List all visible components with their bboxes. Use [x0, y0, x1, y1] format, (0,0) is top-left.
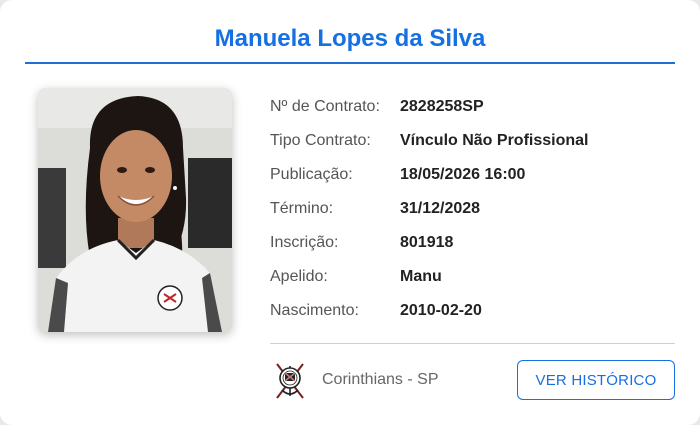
corinthians-crest-icon — [273, 360, 307, 400]
club-name: Corinthians - SP — [322, 371, 439, 388]
detail-value: Vínculo Não Profissional — [400, 132, 589, 149]
footer-divider — [270, 343, 675, 344]
detail-label: Publicação: — [270, 166, 353, 183]
detail-label: Nascimento: — [270, 302, 359, 319]
detail-value: 2828258SP — [400, 98, 484, 115]
contract-card: Manuela Lopes da Silva Nº de Contrato: 2… — [0, 0, 700, 425]
detail-value: Manu — [400, 268, 442, 285]
detail-label: Apelido: — [270, 268, 328, 285]
player-name: Manuela Lopes da Silva — [214, 25, 486, 52]
detail-label: Tipo Contrato: — [270, 132, 371, 149]
detail-value: 18/05/2026 16:00 — [400, 166, 526, 183]
detail-value: 2010-02-20 — [400, 302, 482, 319]
detail-label: Nº de Contrato: — [270, 98, 380, 115]
detail-label: Inscrição: — [270, 234, 339, 251]
detail-value: 31/12/2028 — [400, 200, 481, 217]
view-history-button[interactable]: VER HISTÓRICO — [517, 360, 675, 400]
player-photo — [38, 88, 232, 332]
detail-value: 801918 — [400, 234, 454, 251]
detail-label: Término: — [270, 200, 334, 217]
title-divider — [25, 62, 675, 64]
